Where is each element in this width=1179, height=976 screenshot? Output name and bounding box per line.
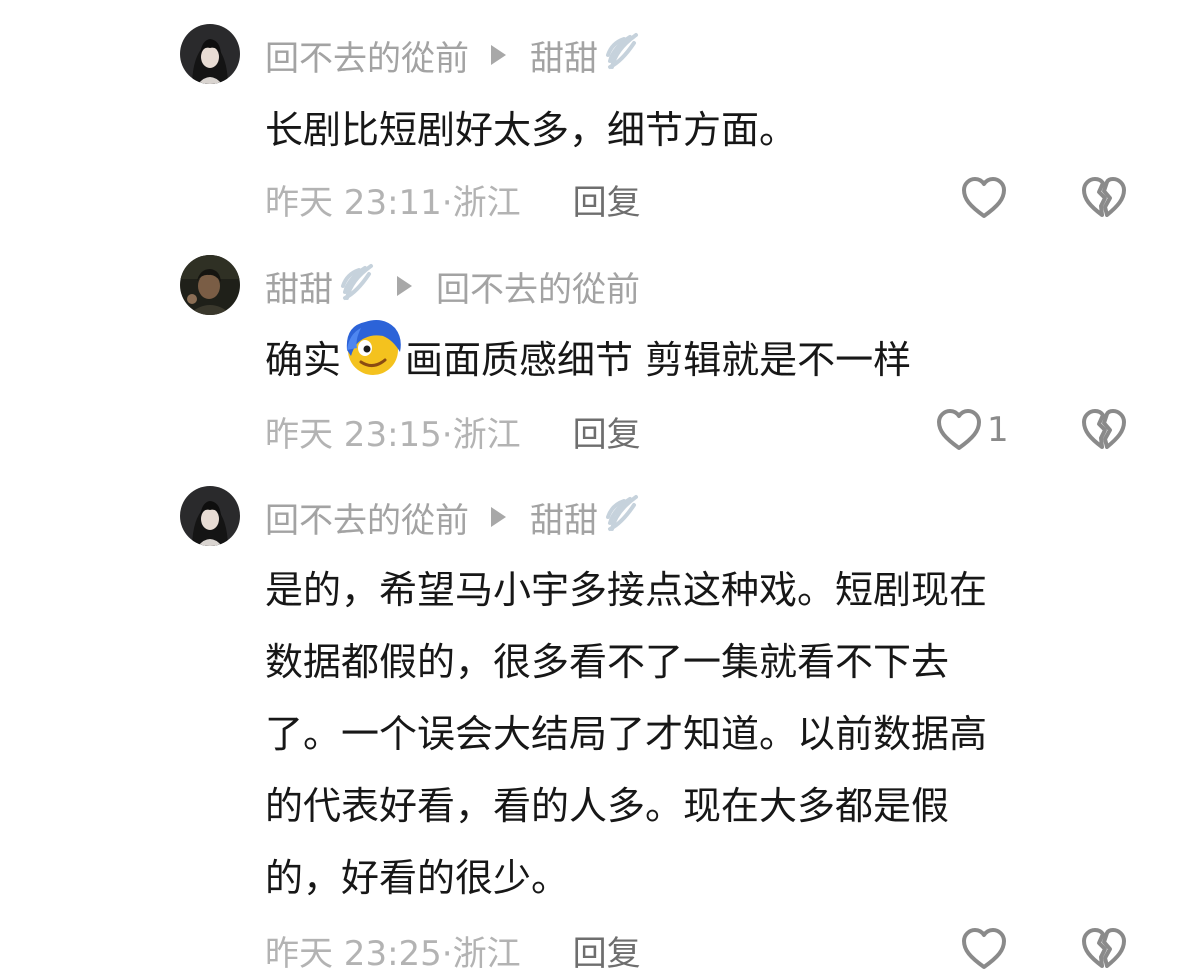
broken-heart-icon (1082, 409, 1126, 449)
comment-time: 昨天 23:11· (265, 182, 453, 223)
comment-header: 回不去的從前 甜甜 (265, 493, 640, 542)
silly-face-emoji (343, 318, 403, 399)
comment-meta: 昨天 23:25· 浙江 回复 (265, 926, 641, 975)
reply-to-name[interactable]: 甜甜 (530, 493, 598, 542)
avatar[interactable] (180, 486, 240, 546)
comment-time: 昨天 23:15· (265, 414, 453, 455)
reply-arrow-icon (397, 276, 412, 296)
heart-outline-icon (962, 177, 1006, 218)
comment-text-part: 确实 (265, 338, 342, 382)
comment-text-line: 是的，希望马小宇多接点这种戏。短剧现在 (265, 568, 988, 612)
heart-outline-icon (937, 409, 981, 450)
comment-location: 浙江 (452, 182, 521, 223)
author-name[interactable]: 回不去的從前 (265, 31, 469, 80)
like-button[interactable]: 1 (935, 407, 1009, 453)
author-name[interactable]: 甜甜 (265, 262, 333, 311)
reply-button[interactable]: 回复 (573, 926, 641, 975)
comment-location: 浙江 (452, 414, 521, 455)
comment-text-line: 数据都假的，很多看不了一集就看不下去 (265, 640, 950, 684)
comment-header: 甜甜 回不去的從前 (265, 262, 640, 311)
wing-icon (604, 493, 640, 542)
comment-text-line: 确实 画面质感细节 剪辑就是不一样 (265, 320, 1125, 399)
broken-heart-icon (1082, 177, 1126, 217)
comment-text-line: 的代表好看，看的人多。现在大多都是假 (265, 784, 950, 828)
reply-arrow-icon (491, 507, 506, 527)
broken-heart-icon (1082, 928, 1126, 968)
comment-text-line: 了。一个误会大结局了才知道。以前数据高 (265, 712, 988, 756)
comment-meta: 昨天 23:15· 浙江 回复 (265, 407, 641, 456)
reply-button[interactable]: 回复 (573, 175, 641, 224)
comment-text: 是的，希望马小宇多接点这种戏。短剧现在 数据都假的，很多看不了一集就看不下去 了… (265, 554, 1125, 914)
heart-outline-icon (962, 928, 1006, 969)
comment-header: 回不去的從前 甜甜 (265, 31, 640, 80)
avatar[interactable] (180, 255, 240, 315)
comment-text: 确实 画面质感细节 剪辑就是不一样 (265, 320, 1125, 399)
reply-to-name[interactable]: 甜甜 (530, 31, 598, 80)
avatar[interactable] (180, 24, 240, 84)
comment-location: 浙江 (452, 933, 521, 974)
like-button[interactable] (960, 926, 1012, 972)
reply-arrow-icon (491, 45, 506, 65)
wing-icon (604, 31, 640, 80)
dislike-button[interactable] (1080, 407, 1128, 457)
dislike-button[interactable] (1080, 175, 1128, 225)
like-count: 1 (987, 410, 1009, 450)
comment-text-line: 长剧比短剧好太多，细节方面。 (265, 108, 798, 152)
author-name[interactable]: 回不去的從前 (265, 493, 469, 542)
comment-text-line: 的，好看的很少。 (265, 856, 570, 900)
comment-time: 昨天 23:25· (265, 933, 453, 974)
reply-button[interactable]: 回复 (573, 407, 641, 456)
dislike-button[interactable] (1080, 926, 1128, 976)
wing-icon (339, 262, 375, 311)
comment-text: 长剧比短剧好太多，细节方面。 (265, 94, 1125, 166)
comment-text-part: 画面质感细节 剪辑就是不一样 (405, 338, 912, 382)
like-button[interactable] (960, 175, 1012, 221)
comment-meta: 昨天 23:11· 浙江 回复 (265, 175, 641, 224)
reply-to-name[interactable]: 回不去的從前 (436, 262, 640, 311)
